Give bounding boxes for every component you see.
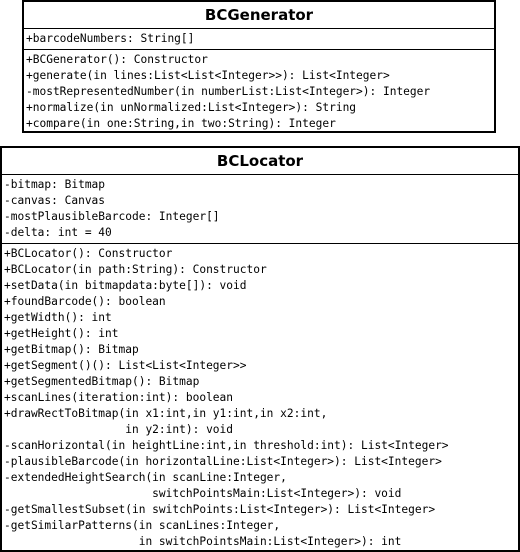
attribute: -delta: int = 40 (4, 226, 112, 239)
operation: +foundBarcode(): boolean (4, 295, 166, 308)
operation-continuation: in y2:int): void (4, 423, 234, 436)
attribute: -mostPlausibleBarcode: Integer[] (4, 210, 220, 223)
class-bclocator: BCLocator -bitmap: Bitmap -canvas: Canva… (0, 146, 520, 552)
operations-section: +BCGenerator(): Constructor +generate(in… (24, 50, 494, 131)
operation: +getSegmentedBitmap(): Bitmap (4, 375, 200, 388)
operation: +getHeight(): int (4, 327, 119, 340)
attribute: +barcodeNumbers: String[] (26, 32, 195, 45)
operation: -extendedHeightSearch(in scanLine:Intege… (4, 471, 287, 484)
operation: +scanLines(iteration:int): boolean (4, 391, 234, 404)
attributes-section: -bitmap: Bitmap -canvas: Canvas -mostPla… (2, 175, 518, 244)
operations-section: +BCLocator(): Constructor +BCLocator(in … (2, 244, 518, 550)
operation: -plausibleBarcode(in horizontalLine:List… (4, 455, 442, 468)
operation-continuation: in switchPointsMain:List<Integer>): int (4, 535, 402, 548)
class-bcgenerator: BCGenerator +barcodeNumbers: String[] +B… (22, 0, 496, 133)
operation: -mostRepresentedNumber(in numberList:Lis… (26, 85, 431, 98)
attribute: -bitmap: Bitmap (4, 178, 106, 191)
operation: -scanHorizontal(in heightLine:int,in thr… (4, 439, 449, 452)
operation: -getSmallestSubset(in switchPoints:List<… (4, 503, 436, 516)
attribute: -canvas: Canvas (4, 194, 106, 207)
operation: -getSimilarPatterns(in scanLines:Integer… (4, 519, 281, 532)
operation: +normalize(in unNormalized:List<Integer>… (26, 101, 357, 114)
attributes-section: +barcodeNumbers: String[] (24, 29, 494, 50)
operation: +BCGenerator(): Constructor (26, 53, 208, 66)
operation: +generate(in lines:List<List<Integer>>):… (26, 69, 390, 82)
class-name: BCLocator (2, 148, 518, 175)
operation: +getBitmap(): Bitmap (4, 343, 139, 356)
operation: +setData(in bitmapdata:byte[]): void (4, 279, 247, 292)
operation: +BCLocator(in path:String): Constructor (4, 263, 267, 276)
operation: +BCLocator(): Constructor (4, 247, 173, 260)
operation: +drawRectToBitmap(in x1:int,in y1:int,in… (4, 407, 328, 420)
operation: +getWidth(): int (4, 311, 112, 324)
operation: +getSegment()(): List<List<Integer>> (4, 359, 247, 372)
operation: +compare(in one:String,in two:String): I… (26, 117, 336, 130)
class-name: BCGenerator (24, 2, 494, 29)
operation-continuation: switchPointsMain:List<Integer>): void (4, 487, 402, 500)
